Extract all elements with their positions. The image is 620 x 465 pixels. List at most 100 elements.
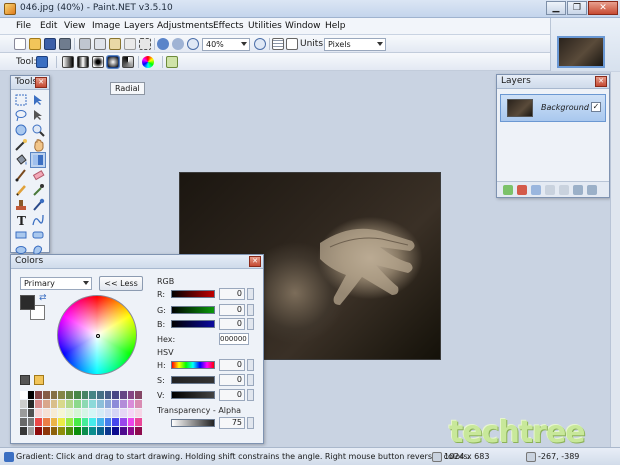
ellipse-select-tool[interactable]	[14, 123, 28, 137]
color-picker-tool[interactable]	[31, 183, 45, 197]
palette-swatch[interactable]	[50, 400, 58, 408]
menu-image[interactable]: Image	[92, 21, 120, 31]
palette-menu-icon[interactable]	[34, 375, 44, 385]
restore-button[interactable]: ❐	[567, 1, 587, 15]
redo-icon[interactable]	[172, 38, 184, 50]
palette-swatch[interactable]	[66, 418, 73, 426]
palette-swatch[interactable]	[66, 400, 73, 408]
palette-swatch[interactable]	[112, 391, 119, 399]
radial-gradient-icon[interactable]	[106, 55, 120, 69]
palette-swatch[interactable]	[73, 391, 81, 399]
close-icon[interactable]: ✕	[35, 77, 47, 88]
palette-swatch[interactable]	[73, 427, 81, 435]
paste-icon[interactable]	[109, 38, 121, 50]
palette-swatch[interactable]	[20, 409, 27, 417]
green-slider[interactable]	[171, 306, 215, 314]
zoom-out-icon[interactable]	[187, 38, 199, 50]
palette-swatch[interactable]	[127, 409, 135, 417]
menu-window[interactable]: Window	[285, 21, 321, 31]
palette-swatch[interactable]	[50, 427, 58, 435]
move-selection-tool[interactable]	[31, 93, 45, 107]
palette-swatch[interactable]	[50, 409, 58, 417]
color-mode-icon[interactable]	[142, 56, 154, 68]
lasso-select-tool[interactable]	[14, 108, 28, 122]
palette-swatch[interactable]	[43, 391, 50, 399]
palette-swatch[interactable]	[104, 391, 112, 399]
zoom-in-icon[interactable]	[254, 38, 266, 50]
palette-swatch[interactable]	[43, 400, 50, 408]
palette-swatch[interactable]	[43, 409, 50, 417]
menu-help[interactable]: Help	[325, 21, 346, 31]
palette-swatch[interactable]	[73, 409, 81, 417]
palette-swatch[interactable]	[20, 427, 27, 435]
palette-swatch[interactable]	[127, 391, 135, 399]
save-icon[interactable]	[44, 38, 56, 50]
move-layer-up-icon[interactable]	[573, 185, 583, 195]
palette-swatch[interactable]	[89, 409, 96, 417]
text-tool[interactable]: T	[14, 213, 28, 228]
palette-swatch[interactable]	[73, 418, 81, 426]
palette-swatch[interactable]	[20, 400, 27, 408]
palette-swatch[interactable]	[112, 427, 119, 435]
palette-swatch[interactable]	[35, 400, 43, 408]
layers-panel-title[interactable]: Layers ✕	[497, 75, 609, 89]
move-selected-tool[interactable]	[31, 108, 45, 122]
palette-swatch[interactable]	[104, 418, 112, 426]
palette-swatch[interactable]	[135, 427, 142, 435]
palette-icon[interactable]	[20, 375, 30, 385]
palette-swatch[interactable]	[119, 409, 127, 417]
close-button[interactable]: ✕	[588, 1, 618, 15]
hex-value-field[interactable]: 000000	[219, 333, 249, 345]
menu-file[interactable]: File	[16, 21, 31, 31]
new-file-icon[interactable]	[14, 38, 26, 50]
menu-effects[interactable]: Effects	[213, 21, 244, 31]
green-spinner[interactable]	[247, 304, 254, 316]
ruler-icon[interactable]	[286, 38, 298, 50]
palette-swatch[interactable]	[89, 400, 96, 408]
palette-swatch[interactable]	[66, 409, 73, 417]
palette-swatch[interactable]	[81, 418, 89, 426]
rectangle-tool[interactable]	[14, 228, 28, 242]
swap-colors-icon[interactable]: ⇄	[39, 293, 47, 303]
diamond-gradient-icon[interactable]	[92, 56, 104, 68]
red-slider[interactable]	[171, 290, 215, 298]
units-combo[interactable]: Pixels	[324, 38, 386, 51]
palette-swatch[interactable]	[89, 418, 96, 426]
palette-swatch[interactable]	[135, 418, 142, 426]
palette-swatch[interactable]	[27, 400, 35, 408]
palette-swatch[interactable]	[96, 409, 104, 417]
close-icon[interactable]: ✕	[595, 76, 607, 87]
palette-swatch[interactable]	[73, 400, 81, 408]
menu-view[interactable]: View	[64, 21, 85, 31]
add-layer-icon[interactable]	[503, 185, 513, 195]
palette-swatch[interactable]	[43, 418, 50, 426]
blend-mode-icon[interactable]	[166, 56, 178, 68]
alpha-spinner[interactable]	[247, 417, 254, 429]
magic-wand-tool[interactable]	[14, 138, 28, 152]
undo-icon[interactable]	[157, 38, 169, 50]
palette-swatch[interactable]	[27, 418, 35, 426]
zoom-combo[interactable]: 40%	[202, 38, 250, 51]
layer-visibility-checkbox[interactable]: ✓	[591, 102, 601, 112]
palette-swatch[interactable]	[81, 409, 89, 417]
palette-swatch[interactable]	[58, 427, 66, 435]
palette-swatch[interactable]	[112, 400, 119, 408]
open-folder-icon[interactable]	[29, 38, 41, 50]
menu-layers[interactable]: Layers	[124, 21, 154, 31]
palette-swatch[interactable]	[81, 427, 89, 435]
palette-swatch[interactable]	[119, 391, 127, 399]
gradient-tool-icon[interactable]	[36, 56, 48, 68]
palette-swatch[interactable]	[127, 418, 135, 426]
palette-swatch[interactable]	[96, 418, 104, 426]
palette-swatch[interactable]	[66, 427, 73, 435]
delete-layer-icon[interactable]	[517, 185, 527, 195]
palette-swatch[interactable]	[58, 418, 66, 426]
palette-swatch[interactable]	[20, 418, 27, 426]
saturation-slider[interactable]	[171, 376, 215, 384]
palette-swatch[interactable]	[127, 427, 135, 435]
palette-swatch[interactable]	[50, 391, 58, 399]
palette-swatch[interactable]	[35, 409, 43, 417]
value-slider[interactable]	[171, 391, 215, 399]
blue-spinner[interactable]	[247, 318, 254, 330]
palette-swatch[interactable]	[112, 418, 119, 426]
